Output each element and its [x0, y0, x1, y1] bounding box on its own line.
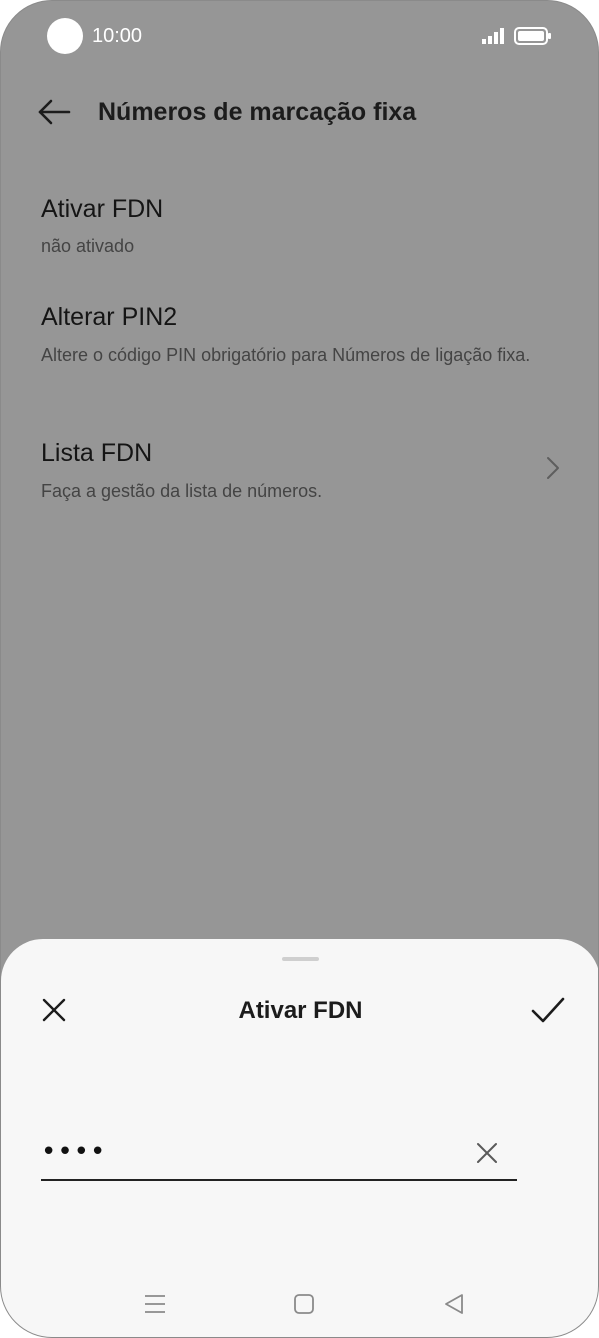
signal-icon — [482, 28, 504, 44]
setting-title: Ativar FDN — [41, 195, 164, 223]
setting-activate-fdn[interactable]: Ativar FDN não ativado — [1, 195, 598, 271]
setting-title: Alterar PIN2 — [41, 303, 178, 331]
app-header: Números de marcação fixa — [1, 87, 598, 143]
setting-subtitle: Faça a gestão da lista de números. — [41, 481, 323, 501]
chevron-right-icon — [547, 457, 559, 479]
clear-icon[interactable] — [475, 1141, 499, 1165]
menu-icon[interactable] — [142, 1291, 168, 1317]
sheet-title: Ativar FDN — [238, 997, 363, 1024]
phone-screen: 10:00 Números de marcação fixa Ativar FD… — [0, 0, 599, 1338]
page-title: Números de marcação fixa — [98, 98, 417, 126]
setting-subtitle: não ativado — [41, 236, 135, 256]
battery-icon — [514, 27, 551, 45]
checkmark-icon[interactable] — [530, 995, 566, 1025]
back-triangle-icon[interactable] — [441, 1291, 467, 1317]
navigation-bar — [1, 1279, 598, 1329]
status-time: 10:00 — [92, 25, 143, 47]
pin2-input[interactable]: •••• — [41, 1135, 517, 1181]
pin-value: •••• — [41, 1137, 107, 1167]
home-icon[interactable] — [291, 1291, 317, 1317]
arrow-left-icon[interactable] — [37, 97, 71, 127]
setting-title: Lista FDN — [41, 439, 153, 467]
camera-cutout — [47, 18, 83, 54]
drag-handle[interactable] — [282, 957, 319, 961]
setting-fdn-list[interactable]: Lista FDN Faça a gestão da lista de núme… — [1, 439, 598, 509]
setting-change-pin2[interactable]: Alterar PIN2 Altere o código PIN obrigat… — [1, 303, 598, 399]
status-bar: 10:00 — [1, 1, 598, 71]
setting-subtitle: Altere o código PIN obrigatório para Núm… — [41, 345, 531, 365]
